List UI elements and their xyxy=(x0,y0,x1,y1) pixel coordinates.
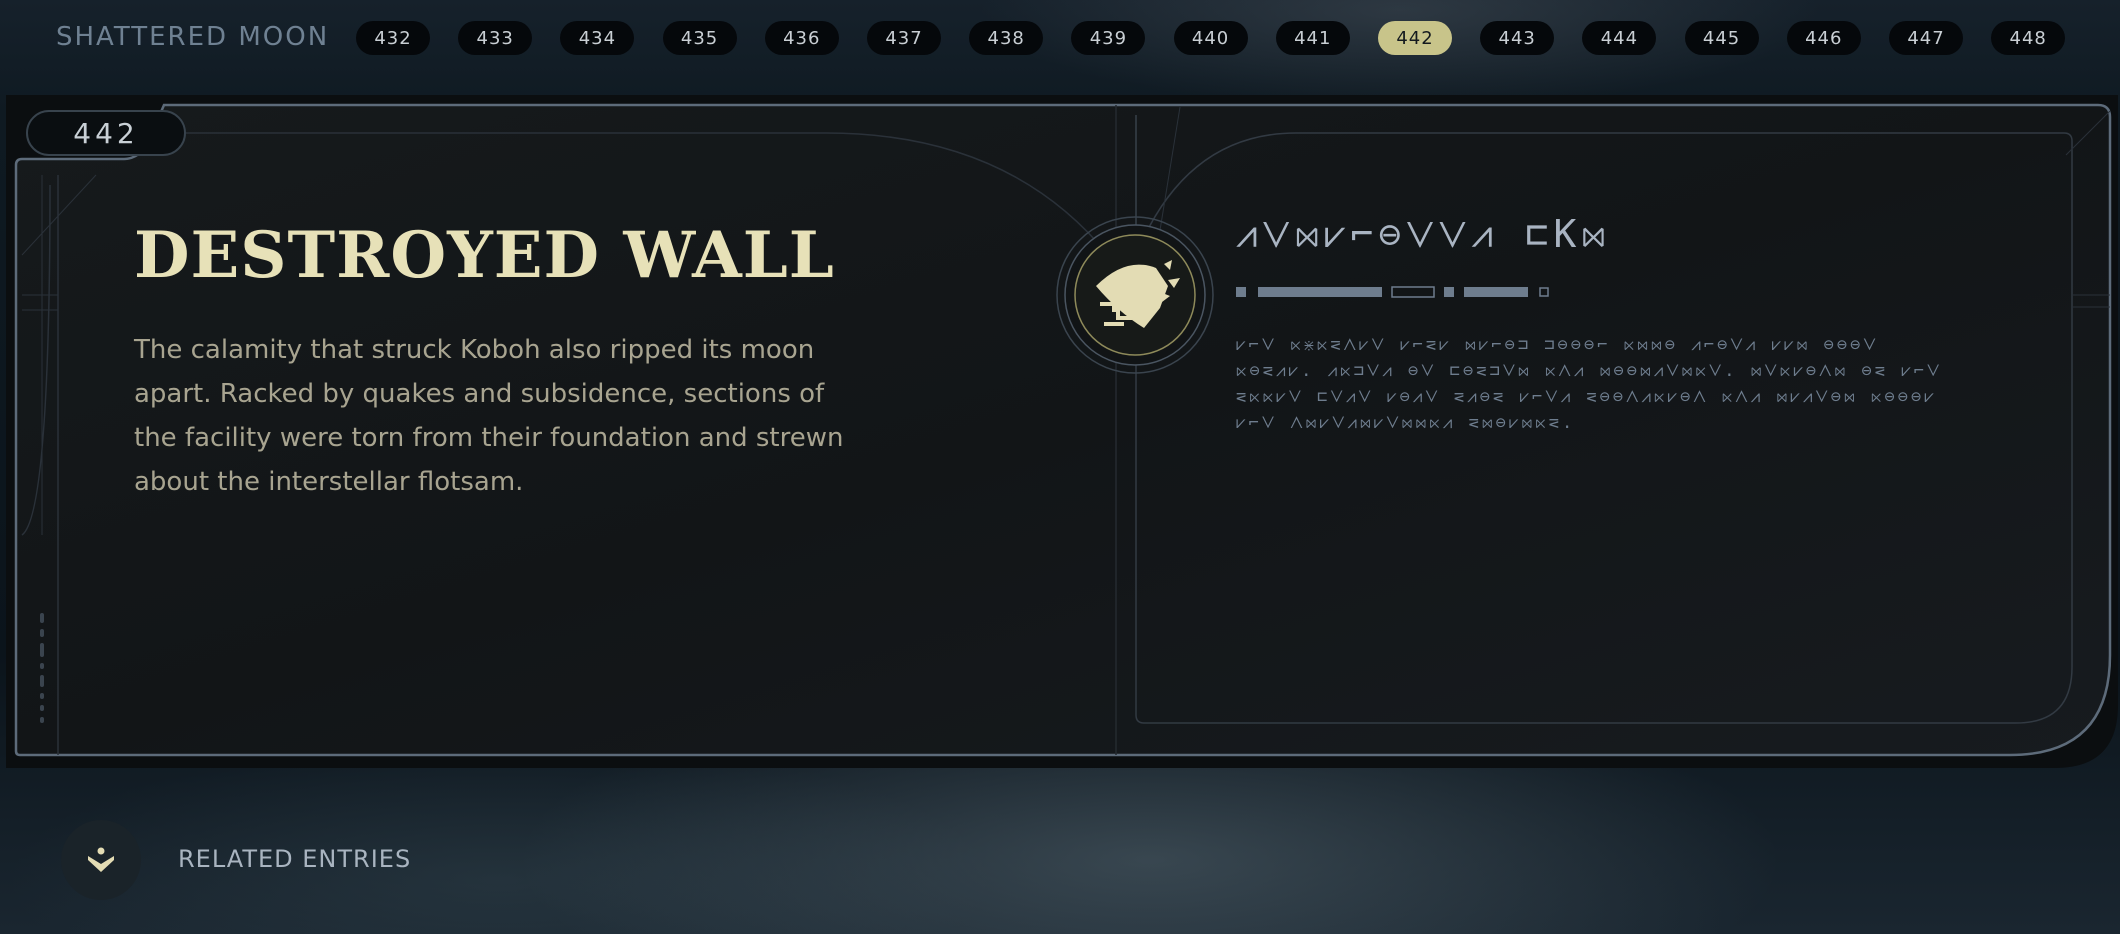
entry-description: The calamity that struck Koboh also ripp… xyxy=(134,335,844,497)
related-entries-icon xyxy=(88,847,114,872)
aurebesh-body: ⩗⌐⋁ ⋉⋇⋉⋜⋀⩗⋁ ⩗⌐⋜⩗ ⋈⩗⌐⊖⊐ ⊐⊖⊖⊖⌐ ⋉⋈⋈⊖ ⩘⌐⊖⋁⩘ … xyxy=(1236,335,1943,433)
section-title: SHATTERED MOON xyxy=(56,22,330,52)
related-entries-label[interactable]: RELATED ENTRIES xyxy=(178,845,411,873)
page-pill-434[interactable]: 434 xyxy=(560,21,635,55)
page-pill-446[interactable]: 446 xyxy=(1786,21,1861,55)
page-pill-432[interactable]: 432 xyxy=(356,21,430,55)
entry-pager: 432 433 434 435 436 437 438 439 440 441 442 443 444 4… xyxy=(356,21,2066,55)
page-pill-435[interactable]: 435 xyxy=(662,21,737,55)
page-pill-440[interactable]: 440 xyxy=(1173,21,1248,55)
page-pill-437[interactable]: 437 xyxy=(867,21,941,55)
shattered-moon-emblem-icon xyxy=(1056,216,1214,374)
page-pill-438[interactable]: 438 xyxy=(969,21,1044,55)
page-pill-441[interactable]: 441 xyxy=(1275,21,1350,55)
page-pill-439[interactable]: 439 xyxy=(1071,21,1146,55)
entry-title: DESTROYED WALL xyxy=(134,218,835,293)
page-pill-442[interactable]: 442 xyxy=(1378,21,1452,55)
page-pill-436[interactable]: 436 xyxy=(764,21,839,55)
page-pill-448[interactable]: 448 xyxy=(1991,21,2066,55)
page-pill-444[interactable]: 444 xyxy=(1582,21,1657,55)
page-pill-433[interactable]: 433 xyxy=(458,21,533,55)
page-pill-445[interactable]: 445 xyxy=(1684,21,1759,55)
decorative-bar-strip xyxy=(1236,284,1556,298)
entry-id-badge: 442 xyxy=(26,110,186,156)
page-pill-443[interactable]: 443 xyxy=(1480,21,1555,55)
page-pill-447[interactable]: 447 xyxy=(1889,21,1963,55)
top-bar: SHATTERED MOON 432 433 434 435 436 437 438 439 4… xyxy=(0,0,2120,76)
aurebesh-title: ⩘⋁⋈⩗⌐⊖⋁⋁⩘ ⊏K⋈ xyxy=(1236,212,1611,256)
related-entries-button[interactable] xyxy=(61,820,141,900)
